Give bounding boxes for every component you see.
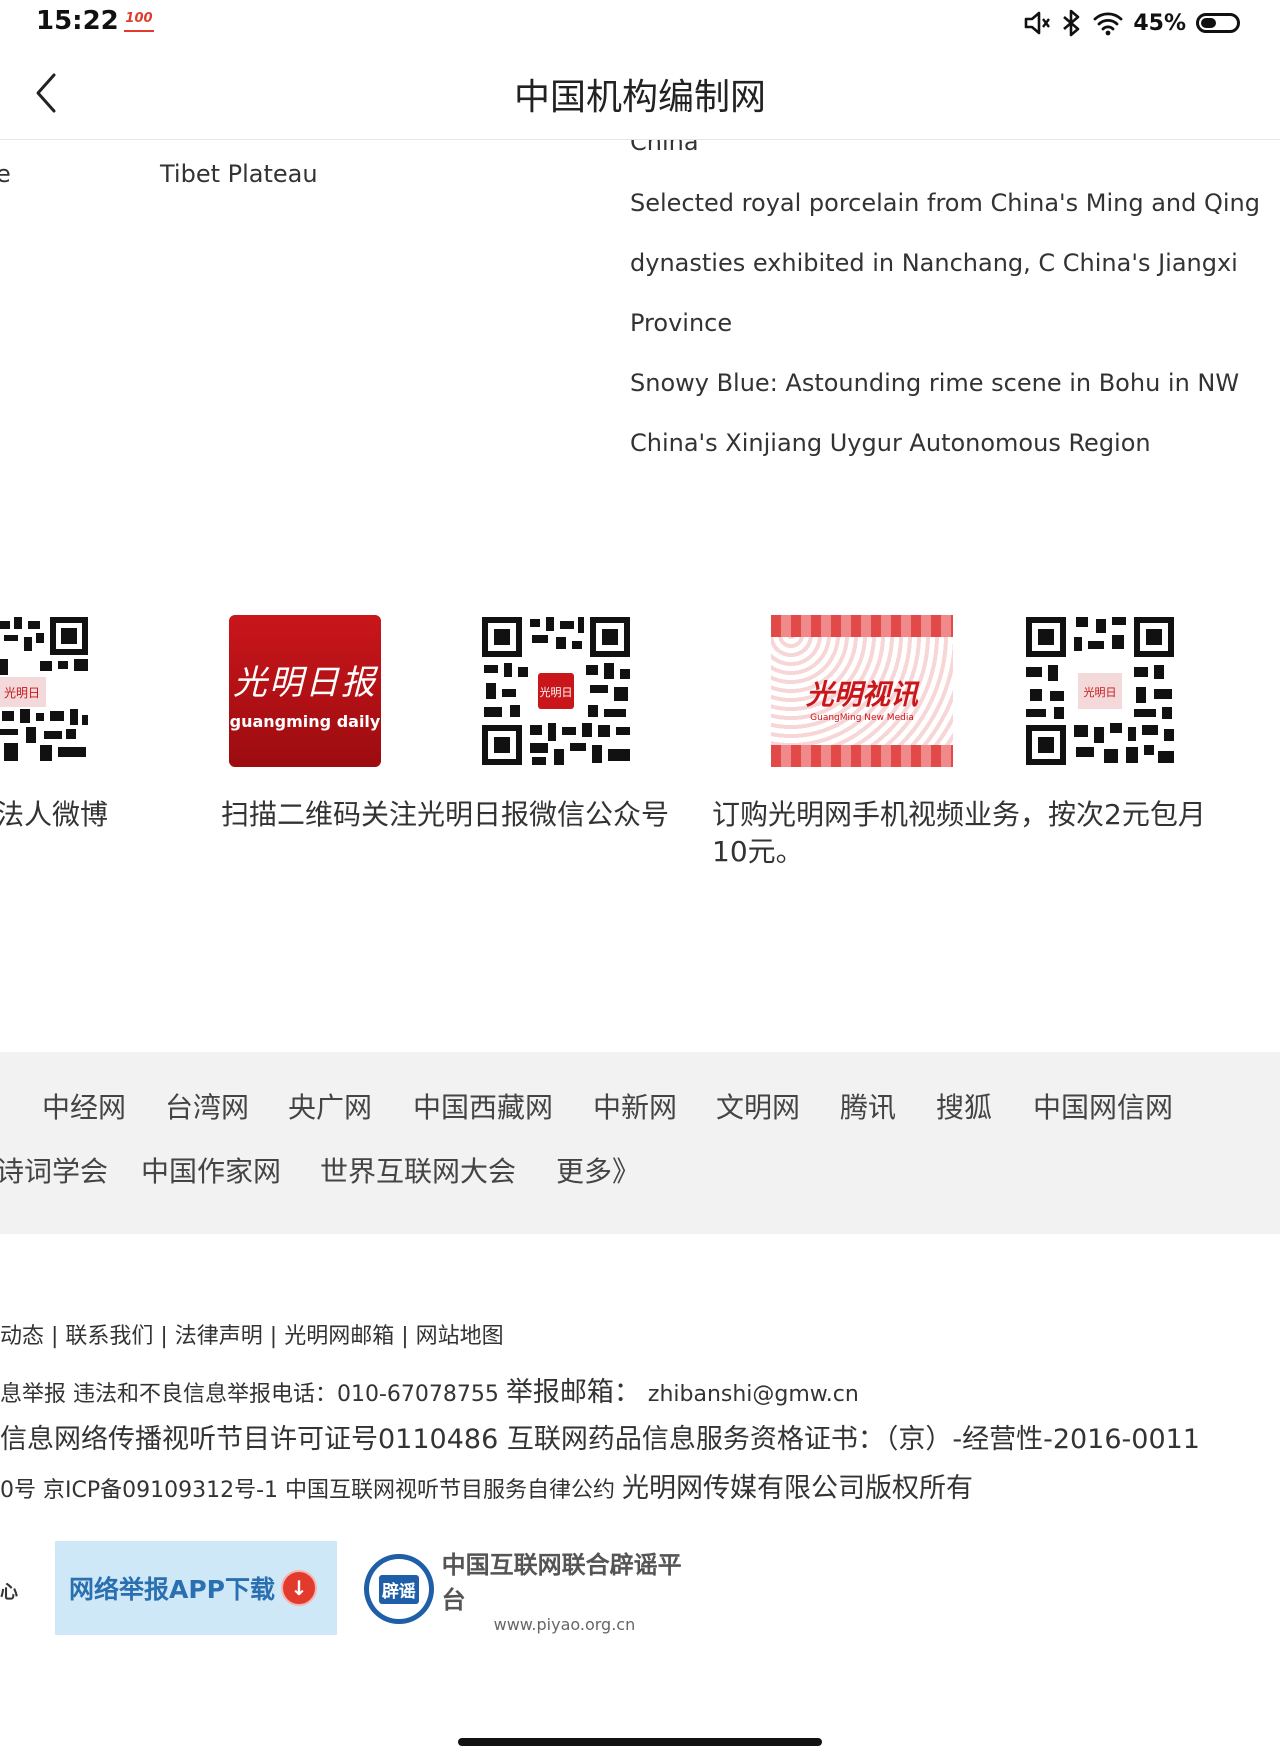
news-line[interactable]: China's Xinjiang Uygur Autonomous Region bbox=[630, 429, 1151, 457]
footer-license-line: 信息网络传播视听节目许可证号0110486 互联网药品信息服务资格证书：（京）-… bbox=[0, 1424, 1200, 1455]
news-line[interactable]: China bbox=[630, 140, 699, 156]
partner-link[interactable]: 诗词学会 bbox=[0, 1150, 108, 1190]
partner-link[interactable]: 台湾网 bbox=[165, 1086, 249, 1126]
battery-icon bbox=[1196, 13, 1240, 33]
wifi-icon bbox=[1093, 12, 1123, 36]
more-links[interactable]: 更多》 bbox=[556, 1150, 640, 1190]
hundred-points-icon: 100 bbox=[124, 10, 154, 32]
partner-link[interactable]: 腾讯 bbox=[840, 1086, 896, 1126]
partner-link[interactable]: 中新网 bbox=[593, 1086, 677, 1126]
guangming-media-logo: 光明视讯 GuangMing New Media bbox=[771, 615, 953, 767]
media-logo-sub: GuangMing New Media bbox=[810, 713, 914, 723]
partner-link[interactable]: 中国西藏网 bbox=[413, 1086, 553, 1126]
copyright-text: 光明网传媒有限公司版权所有 bbox=[622, 1473, 974, 1504]
weibo-qr-code: 光明日 bbox=[0, 615, 90, 765]
svg-text:光明日: 光明日 bbox=[4, 686, 40, 700]
piyao-url: www.piyao.org.cn bbox=[493, 1614, 636, 1634]
download-icon: ↓ bbox=[281, 1570, 317, 1606]
news-line[interactable]: Province bbox=[630, 309, 732, 337]
partner-link[interactable]: 搜狐 bbox=[936, 1086, 992, 1126]
svg-text:光明日: 光明日 bbox=[540, 685, 573, 699]
piyao-title: 中国互联网联合辟谣平台 bbox=[441, 1550, 682, 1614]
partner-link[interactable]: 文明网 bbox=[716, 1086, 800, 1126]
battery-percent: 45% bbox=[1133, 10, 1186, 36]
icp-text: 0号 京ICP备09109312号-1 中国互联网视听节目服务自律公约 bbox=[0, 1478, 623, 1503]
guangming-daily-logo: 光明日报 guangming daily bbox=[229, 615, 381, 767]
report-center-logo[interactable]: 心 bbox=[0, 1578, 18, 1604]
video-caption-line1: 订购光明网手机视频业务，按次2元包月 bbox=[712, 798, 1206, 831]
news-line[interactable]: dynasties exhibited in Nanchang, C China… bbox=[630, 249, 1238, 277]
page-title: 中国机构编制网 bbox=[513, 77, 766, 118]
mute-icon bbox=[1025, 11, 1051, 35]
battery-fill bbox=[1201, 18, 1216, 28]
partner-link[interactable]: 世界互联网大会 bbox=[320, 1150, 516, 1190]
news-line[interactable]: Selected royal porcelain from China's Mi… bbox=[630, 189, 1260, 217]
home-indicator[interactable] bbox=[458, 1738, 822, 1746]
wechat-caption: 扫描二维码关注光明日报微信公众号 bbox=[221, 798, 670, 831]
logo-band-top bbox=[771, 615, 953, 637]
weibo-caption: 法人微博 bbox=[0, 798, 109, 831]
partner-links-section bbox=[0, 1052, 1280, 1234]
wechat-qr-code: 光明日 bbox=[482, 617, 630, 765]
video-qr-code: 光明日 bbox=[1026, 617, 1174, 765]
partner-link[interactable]: 央广网 bbox=[288, 1086, 372, 1126]
header-divider bbox=[0, 139, 1280, 140]
piyao-platform-link[interactable]: 辟谣 中国互联网联合辟谣平台 www.piyao.org.cn bbox=[364, 1545, 704, 1634]
report-app-download-button[interactable]: 网络举报APP下载 ↓ bbox=[55, 1541, 337, 1635]
news-item-tibet[interactable]: Tibet Plateau bbox=[160, 160, 318, 188]
logo-text-en: guangming daily bbox=[229, 712, 381, 731]
news-fragment-left[interactable]: e bbox=[0, 160, 11, 188]
footer-icp-line: 0号 京ICP备09109312号-1 中国互联网视听节目服务自律公约 光明网传… bbox=[0, 1466, 973, 1505]
footer-nav-links[interactable]: 动态 | 联系我们 | 法律声明 | 光明网邮箱 | 网站地图 bbox=[0, 1318, 504, 1350]
logo-text-cn: 光明日报 bbox=[233, 663, 377, 703]
status-time: 15:22 bbox=[36, 6, 119, 36]
report-email[interactable]: zhibanshi@gmw.cn bbox=[641, 1382, 859, 1407]
media-logo-text: 光明视讯 bbox=[805, 678, 918, 711]
report-email-label: 举报邮箱： bbox=[505, 1377, 641, 1408]
magnifier-icon: 辟谣 bbox=[364, 1554, 434, 1624]
report-phone-text: 息举报 违法和不良信息举报电话：010-67078755 bbox=[0, 1382, 506, 1407]
partner-link[interactable]: 中国作家网 bbox=[141, 1150, 281, 1190]
piyao-text: 中国互联网联合辟谣平台 www.piyao.org.cn bbox=[442, 1545, 704, 1634]
bluetooth-icon bbox=[1063, 9, 1080, 37]
svg-text:光明日: 光明日 bbox=[1084, 685, 1117, 699]
partner-link[interactable]: 中国网信网 bbox=[1033, 1086, 1173, 1126]
video-caption-line2: 10元。 bbox=[712, 835, 804, 868]
news-line[interactable]: Snowy Blue: Astounding rime scene in Boh… bbox=[630, 369, 1239, 397]
status-icons: 45% bbox=[1023, 8, 1240, 38]
partner-link[interactable]: 中经网 bbox=[42, 1086, 126, 1126]
report-app-label: 网络举报APP下载 bbox=[69, 1575, 275, 1604]
footer-report-line: 息举报 违法和不良信息举报电话：010-67078755 举报邮箱： zhiba… bbox=[0, 1370, 859, 1409]
logo-band-bottom bbox=[771, 745, 953, 767]
